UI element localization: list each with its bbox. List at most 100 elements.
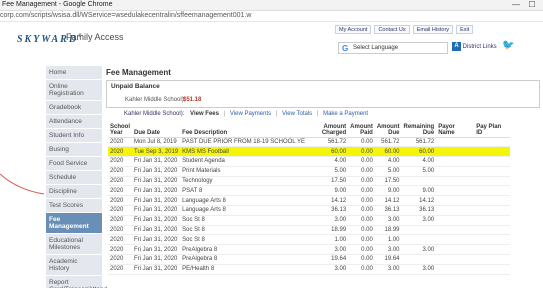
table-row[interactable]: 2020 Fri Jan 31, 2020 Soc St 8 1.00 0.00 1.00 xyxy=(108,234,511,246)
table-cell: 18.99 xyxy=(318,225,349,236)
table-cell: Fri Jan 31, 2020 xyxy=(132,264,181,275)
tab-make-payment[interactable]: Make a Payment xyxy=(323,111,368,117)
col-amount-paid[interactable]: Amount Paid xyxy=(348,121,375,138)
sidebar-item-academic-history[interactable]: Academic History xyxy=(46,255,102,276)
table-cell: 561.72 xyxy=(318,137,349,148)
sidebar-item-online-registration[interactable]: Online Registration xyxy=(46,80,102,101)
table-cell: 19.64 xyxy=(318,254,349,265)
table-row[interactable]: 2020 Fri Jan 31, 2020 PSAT 8 9.00 0.00 9.00 9.… xyxy=(108,185,511,197)
table-cell: 3.00 xyxy=(401,264,437,275)
sidebar-item-test-scores[interactable]: Test Scores xyxy=(46,199,102,213)
table-row[interactable]: 2020 Fri Jan 31, 2020 Language Arts 8 36.13… xyxy=(108,205,511,216)
sidebar-item-busing[interactable]: Busing xyxy=(46,143,102,157)
table-row[interactable]: 2020 Tue Sep 3, 2019 KMS MS Football 60.00 0… xyxy=(108,146,511,158)
table-cell xyxy=(474,137,511,148)
sidebar-item-discipline[interactable]: Discipline xyxy=(46,185,102,199)
table-cell: 2020 xyxy=(108,264,133,275)
tab-view-totals[interactable]: View Totals xyxy=(282,111,312,117)
app-name: Family Access xyxy=(66,32,124,42)
table-cell xyxy=(436,176,475,187)
col-due-date[interactable]: Due Date xyxy=(132,121,181,138)
email-history-link[interactable]: Email History xyxy=(412,25,454,34)
table-cell: 2020 xyxy=(108,176,133,187)
table-cell: Fri Jan 31, 2020 xyxy=(132,254,181,265)
col-school-year[interactable]: School Year xyxy=(108,121,133,138)
district-links-button[interactable]: A District Links xyxy=(452,42,497,54)
address-bar[interactable]: corp.com/scripts/wsisa.dll/WService=wsed… xyxy=(0,11,543,22)
table-row[interactable]: 2020 Fri Jan 31, 2020 Student Agenda 4.00 0.… xyxy=(108,156,511,167)
unpaid-balance-box: Unpaid Balance Kahler Middle School): $5… xyxy=(106,80,540,108)
sidebar-item-student-info[interactable]: Student Info xyxy=(46,129,102,143)
table-row[interactable]: 2020 Fri Jan 31, 2020 Soc St 8 3.00 0.00 3.00… xyxy=(108,215,511,226)
sidebar-item-food-service[interactable]: Food Service xyxy=(46,157,102,171)
table-row[interactable]: 2020 Fri Jan 31, 2020 PE/Health 8 3.00 0.00 3… xyxy=(108,264,511,275)
table-cell: 3.00 xyxy=(318,244,349,256)
sidebar-nav: Home Online Registration Gradebook Atten… xyxy=(46,66,107,288)
table-cell: Fri Jan 31, 2020 xyxy=(132,215,181,226)
sidebar-item-home[interactable]: Home xyxy=(46,66,102,80)
table-row[interactable]: 2020 Fri Jan 31, 2020 PreAlgebra 8 3.00 0.00… xyxy=(108,244,511,256)
col-amount-due[interactable]: Amount Due xyxy=(374,121,402,138)
col-pay-plan-id[interactable]: Pay Plan ID xyxy=(474,121,511,138)
table-cell: 2020 xyxy=(108,185,133,197)
table-row[interactable]: 2020 Fri Jan 31, 2020 PreAlgebra 8 19.64 0.0… xyxy=(108,254,511,265)
table-cell: 0.00 xyxy=(348,195,375,207)
table-cell: 3.00 xyxy=(374,264,402,275)
minimize-icon[interactable]: — xyxy=(511,0,521,10)
google-translate-select[interactable]: G Select Language xyxy=(338,42,448,54)
table-row[interactable]: 2020 Mon Jul 8, 2019 PAST DUE PRIOR FROM 1… xyxy=(108,137,511,148)
sidebar-item-gradebook[interactable]: Gradebook xyxy=(46,101,102,115)
sidebar-item-fee-management[interactable]: Fee Management xyxy=(46,213,102,234)
table-cell: 3.00 xyxy=(401,215,437,226)
sidebar-item-schedule[interactable]: Schedule xyxy=(46,171,102,185)
unpaid-balance-title: Unpaid Balance xyxy=(111,83,160,90)
table-cell: 36.13 xyxy=(401,205,437,216)
table-cell: 9.00 xyxy=(374,185,402,197)
table-cell: Mon Jul 8, 2019 xyxy=(132,137,181,148)
maximize-icon[interactable]: ☐ xyxy=(527,0,537,10)
table-cell: 3.00 xyxy=(318,215,349,226)
table-cell: 2020 xyxy=(108,166,133,177)
window-title: Fee Management - Google Chrome xyxy=(2,1,113,8)
tab-view-payments[interactable]: View Payments xyxy=(230,111,271,117)
table-cell: 0.00 xyxy=(348,215,375,226)
col-remaining-due[interactable]: Remaining Due xyxy=(401,121,437,138)
table-cell: 2020 xyxy=(108,146,133,158)
table-cell: 14.12 xyxy=(374,195,402,207)
twitter-icon[interactable]: 🐦 xyxy=(502,40,514,51)
col-fee-description[interactable]: Fee Description xyxy=(180,121,319,138)
select-language-label: Select Language xyxy=(353,45,399,51)
fees-table-body: 2020 Mon Jul 8, 2019 PAST DUE PRIOR FROM 1… xyxy=(108,137,511,275)
contact-us-link[interactable]: Contact Us xyxy=(374,25,410,34)
col-amount-charged[interactable]: Amount Charged xyxy=(318,121,349,138)
table-cell: 3.00 xyxy=(401,244,437,256)
col-payor-name[interactable]: Payor Name xyxy=(436,121,475,138)
sidebar-item-attendance[interactable]: Attendance xyxy=(46,115,102,129)
window-titlebar: Fee Management - Google Chrome — ☐ xyxy=(0,0,543,11)
table-cell: PreAlgebra 8 xyxy=(180,254,319,265)
table-cell xyxy=(436,244,475,256)
table-cell xyxy=(401,234,437,246)
table-row[interactable]: 2020 Fri Jan 31, 2020 Technology 17.50 0.00 1… xyxy=(108,176,511,187)
district-links-label: District Links xyxy=(462,44,497,51)
table-row[interactable]: 2020 Fri Jan 31, 2020 Print Materials 5.00 0… xyxy=(108,166,511,177)
exit-link[interactable]: Exit xyxy=(456,25,474,34)
table-cell xyxy=(474,156,511,167)
header-links: My Account Contact Us Email History Exit xyxy=(335,25,474,34)
fee-management-panel: Fee Management Unpaid Balance Kahler Mid… xyxy=(104,66,543,288)
sidebar-item-report-card[interactable]: Report Card/Transcr/Attend xyxy=(46,276,107,288)
table-cell: 2020 xyxy=(108,205,133,216)
table-cell xyxy=(474,166,511,177)
table-cell xyxy=(436,254,475,265)
table-row[interactable]: 2020 Fri Jan 31, 2020 Language Arts 8 14.12… xyxy=(108,195,511,207)
table-cell: 36.13 xyxy=(318,205,349,216)
tab-view-fees[interactable]: View Fees xyxy=(190,111,219,117)
table-cell xyxy=(436,156,475,167)
table-cell: 0.00 xyxy=(348,176,375,187)
table-cell: 18.99 xyxy=(374,225,402,236)
unpaid-amount[interactable]: $51.18 xyxy=(183,97,201,103)
sidebar-item-educational-milestones[interactable]: Educational Milestones xyxy=(46,234,102,255)
table-row[interactable]: 2020 Fri Jan 31, 2020 Soc St 8 18.99 0.00 18.… xyxy=(108,225,511,236)
my-account-link[interactable]: My Account xyxy=(335,25,372,34)
table-cell: 0.00 xyxy=(348,146,375,158)
